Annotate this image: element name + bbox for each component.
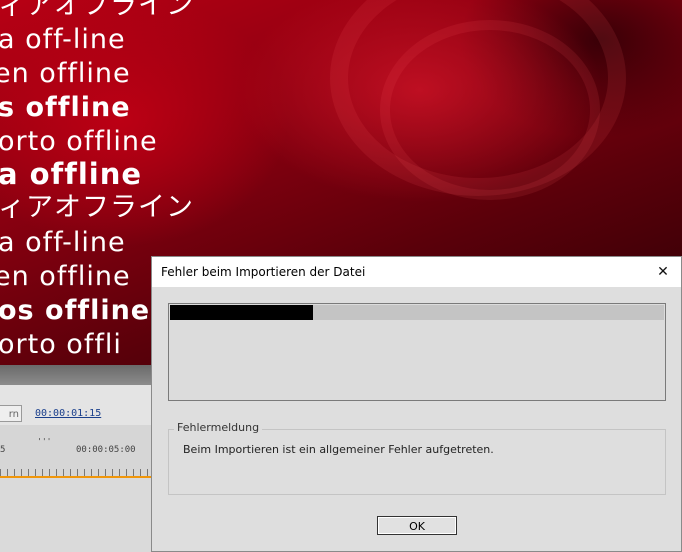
timecode-display[interactable]: 00:00:01:15 xyxy=(35,408,101,419)
offline-text-line: a off-line xyxy=(0,227,126,258)
offline-text-line: os offline xyxy=(0,295,151,326)
track-area xyxy=(0,478,160,552)
ok-button[interactable]: OK xyxy=(377,516,457,535)
offline-text-line: orto offline xyxy=(0,126,158,157)
dialog-title: Fehler beim Importieren der Datei xyxy=(161,265,366,279)
group-title: Fehlermeldung xyxy=(174,421,263,434)
offline-text-line: s offline xyxy=(0,92,131,123)
close-icon[interactable]: ✕ xyxy=(645,257,681,287)
panel-header-bar xyxy=(0,365,160,385)
timeline-controls xyxy=(0,385,160,425)
dialog-titlebar[interactable]: Fehler beim Importieren der Datei ✕ xyxy=(152,257,681,287)
partial-button[interactable]: rn xyxy=(0,405,22,422)
ruler-label: 5 xyxy=(0,445,6,455)
offline-text-line: orto offli xyxy=(0,329,122,360)
offline-text-line: a off-line xyxy=(0,24,126,55)
ruler-label: 00:00:05:00 xyxy=(76,445,136,455)
playhead-marker[interactable]: ''' xyxy=(37,437,51,446)
offline-text-line: a offline xyxy=(0,157,143,191)
error-dialog: Fehler beim Importieren der Datei ✕ Fehl… xyxy=(151,256,682,552)
offline-text-line: en offline xyxy=(0,58,131,89)
progress-bar xyxy=(170,305,664,320)
timeline-panel: rn 00:00:01:15 5 ''' 00:00:05:00 xyxy=(0,365,160,552)
progress-panel xyxy=(168,303,666,401)
progress-fill xyxy=(170,305,313,320)
offline-text-line: ィアオフライン xyxy=(0,0,194,21)
dialog-body: Fehlermeldung Beim Importieren ist ein a… xyxy=(152,287,681,551)
offline-text-line: ィアオフライン xyxy=(0,192,194,223)
error-message-group: Fehlermeldung Beim Importieren ist ein a… xyxy=(168,421,666,495)
error-message: Beim Importieren ist ein allgemeiner Feh… xyxy=(183,443,494,456)
offline-text-line: en offline xyxy=(0,261,131,292)
swirl-decoration xyxy=(380,20,600,200)
